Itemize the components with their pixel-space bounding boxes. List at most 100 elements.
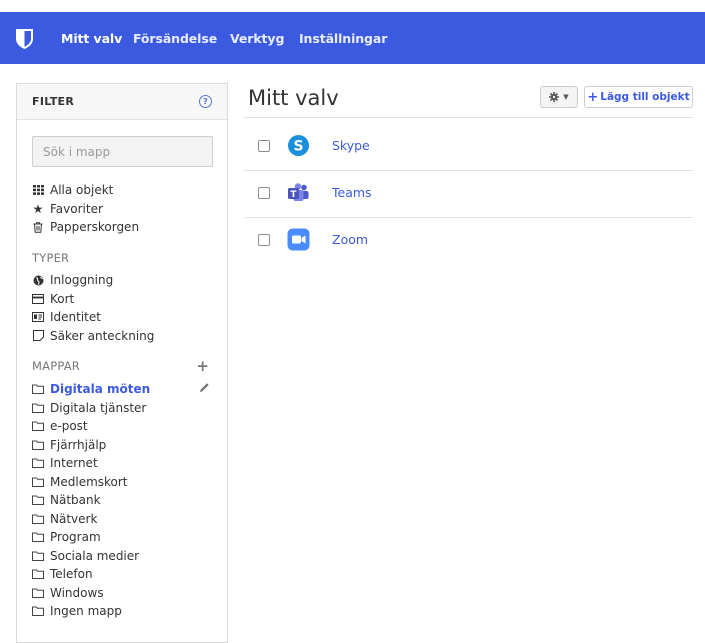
folder-label: Digitala tjänster xyxy=(50,400,147,415)
nav-my-vault[interactable]: Mitt valv xyxy=(61,31,122,46)
teams-icon: T xyxy=(288,183,309,201)
folder-label: Nätbank xyxy=(50,493,101,508)
gear-icon xyxy=(549,92,560,102)
folder-icon xyxy=(32,550,44,562)
add-folder-icon[interactable]: + xyxy=(196,359,209,374)
svg-text:S: S xyxy=(293,139,303,155)
question-circle-icon[interactable]: ? xyxy=(199,95,212,108)
folder-label: e-post xyxy=(50,419,88,434)
zoom-icon xyxy=(287,228,310,251)
folder-icon xyxy=(32,383,44,395)
item-checkbox[interactable] xyxy=(258,234,270,246)
folder-item[interactable]: Nätverk xyxy=(32,510,213,529)
pencil-icon[interactable] xyxy=(199,382,210,396)
folder-item[interactable]: Program xyxy=(32,528,213,547)
type-card-label: Kort xyxy=(50,291,75,306)
folder-label: Sociala medier xyxy=(50,548,140,563)
skype-icon: S xyxy=(288,135,309,156)
filter-all-items-label: Alla objekt xyxy=(50,183,114,198)
trash-icon xyxy=(32,221,44,233)
plus-icon: + xyxy=(587,89,599,105)
search-folder-input[interactable] xyxy=(32,136,213,167)
filter-favorites-label: Favoriter xyxy=(50,201,103,216)
folder-item[interactable]: Nätbank xyxy=(32,491,213,510)
filter-trash-label: Papperskorgen xyxy=(50,220,140,235)
svg-text:T: T xyxy=(290,190,297,200)
types-list: Inloggning Kort Identitet Säker anteckni… xyxy=(32,271,154,345)
item-checkbox[interactable] xyxy=(258,187,270,199)
folder-icon xyxy=(32,605,44,617)
folder-label: Fjärrhjälp xyxy=(50,437,107,452)
folder-item[interactable]: Sociala medier xyxy=(32,547,213,566)
folder-label: Digitala möten xyxy=(50,382,151,397)
folder-icon xyxy=(32,420,44,432)
vault-item-row[interactable]: T Teams xyxy=(244,171,693,217)
folder-icon xyxy=(32,568,44,580)
folder-label: Internet xyxy=(50,456,98,471)
item-name[interactable]: Zoom xyxy=(332,232,368,247)
folder-label: Medlemskort xyxy=(50,474,128,489)
type-identity-label: Identitet xyxy=(50,310,101,325)
filter-header: FILTER ? xyxy=(17,84,227,120)
all-items-list: Alla objekt ★ Favoriter Papperskorgen xyxy=(32,181,139,237)
note-icon xyxy=(32,330,44,342)
folders-list: Digitala möten Digitala tjänster e-post … xyxy=(32,380,213,621)
folder-icon xyxy=(32,402,44,414)
vault-item-row[interactable]: Zoom xyxy=(244,218,693,264)
filter-all-items[interactable]: Alla objekt xyxy=(32,181,139,200)
folder-icon xyxy=(32,457,44,469)
type-login[interactable]: Inloggning xyxy=(32,271,154,290)
folder-icon xyxy=(32,531,44,543)
type-secure-note-label: Säker anteckning xyxy=(50,328,155,343)
add-item-button[interactable]: + Lägg till objekt xyxy=(584,86,693,108)
nav-tools[interactable]: Verktyg xyxy=(230,31,284,46)
folder-item[interactable]: e-post xyxy=(32,417,213,436)
item-checkbox[interactable] xyxy=(258,140,270,152)
id-card-icon xyxy=(32,311,44,323)
filter-sidebar: FILTER ? Alla objekt ★ Favoriter Pappers… xyxy=(16,83,228,643)
folder-label: Ingen mapp xyxy=(50,604,122,619)
star-icon: ★ xyxy=(32,201,44,216)
folders-heading: MAPPAR xyxy=(32,359,80,373)
type-secure-note[interactable]: Säker anteckning xyxy=(32,327,154,346)
folder-label: Program xyxy=(50,530,101,545)
page-title: Mitt valv xyxy=(248,86,339,110)
grid-icon xyxy=(32,184,44,196)
item-name[interactable]: Teams xyxy=(332,185,372,200)
folder-item[interactable]: Telefon xyxy=(32,565,213,584)
vault-item-row[interactable]: S Skype xyxy=(244,124,693,170)
folder-label: Windows xyxy=(50,585,104,600)
folder-label: Nätverk xyxy=(50,511,98,526)
type-card[interactable]: Kort xyxy=(32,290,154,309)
caret-down-icon: ▼ xyxy=(563,93,569,101)
top-navbar: Mitt valv Försändelse Verktyg Inställnin… xyxy=(0,12,705,64)
divider xyxy=(244,117,693,118)
bitwarden-shield-icon[interactable] xyxy=(15,28,34,50)
folder-icon xyxy=(32,494,44,506)
folder-label: Telefon xyxy=(50,567,93,582)
filter-title: FILTER xyxy=(32,95,75,108)
folder-item[interactable]: Windows xyxy=(32,584,213,603)
folder-icon xyxy=(32,513,44,525)
nav-settings[interactable]: Inställningar xyxy=(299,31,387,46)
folder-item-active[interactable]: Digitala möten xyxy=(32,380,213,399)
globe-icon xyxy=(32,274,44,286)
folder-icon xyxy=(32,439,44,451)
folder-icon xyxy=(32,587,44,599)
credit-card-icon xyxy=(32,293,44,305)
options-button[interactable]: ▼ xyxy=(540,86,578,108)
types-heading: TYPER xyxy=(32,251,70,265)
filter-favorites[interactable]: ★ Favoriter xyxy=(32,200,139,219)
add-item-label: Lägg till objekt xyxy=(600,91,690,103)
item-name[interactable]: Skype xyxy=(332,138,370,153)
type-identity[interactable]: Identitet xyxy=(32,308,154,327)
folder-item[interactable]: Internet xyxy=(32,454,213,473)
folder-icon xyxy=(32,476,44,488)
filter-trash[interactable]: Papperskorgen xyxy=(32,218,139,237)
folder-item[interactable]: Digitala tjänster xyxy=(32,399,213,418)
nav-send[interactable]: Försändelse xyxy=(133,31,217,46)
folder-item[interactable]: Ingen mapp xyxy=(32,602,213,621)
folder-item[interactable]: Fjärrhjälp xyxy=(32,436,213,455)
type-login-label: Inloggning xyxy=(50,273,114,288)
folder-item[interactable]: Medlemskort xyxy=(32,473,213,492)
